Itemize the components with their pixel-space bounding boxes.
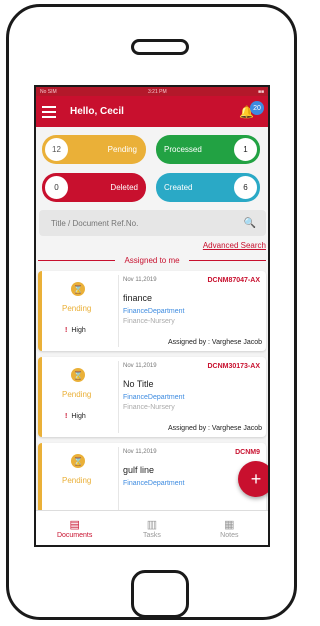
card-title: gulf line bbox=[123, 465, 155, 475]
deleted-count: 0 bbox=[43, 174, 70, 201]
card-subdepartment: Finance-Nursery bbox=[123, 404, 175, 411]
phone-speaker bbox=[131, 39, 189, 55]
tab-notes-label: Notes bbox=[220, 531, 239, 539]
tab-notes[interactable]: ▦ Notes bbox=[191, 511, 268, 545]
document-card[interactable]: ⌛ Pending ! High Nov 11,2019 DCNM30173-AX… bbox=[38, 357, 266, 437]
tab-documents-label: Documents bbox=[56, 531, 93, 539]
card-date: Nov 11,2019 bbox=[123, 363, 157, 369]
priority-exclamation-icon: ! bbox=[65, 413, 68, 420]
created-label: Created bbox=[164, 183, 193, 192]
document-card[interactable]: ⌛ Pending ! High Nov 11,2019 DCNM87047-AX… bbox=[38, 271, 266, 351]
tab-tasks[interactable]: ▥ Tasks bbox=[113, 511, 190, 545]
card-department: FinanceDepartment bbox=[123, 480, 185, 487]
priority-exclamation-icon: ! bbox=[65, 327, 68, 334]
card-priority: ! High bbox=[65, 413, 86, 420]
card-priority-label: High bbox=[71, 327, 86, 334]
pending-count: 12 bbox=[43, 136, 70, 163]
app-screen: No SIM 3:21 PM ■■ Hello, Cecil 🔔 20 12 P… bbox=[34, 85, 270, 547]
status-tiles: 12 Pending Processed 1 0 Deleted Created… bbox=[36, 127, 268, 202]
tab-documents[interactable]: ▤ Documents bbox=[36, 511, 113, 545]
card-priority: ! High bbox=[65, 327, 86, 334]
card-date: Nov 11,2019 bbox=[123, 449, 157, 455]
bottom-tab-bar: ▤ Documents ▥ Tasks ▦ Notes bbox=[36, 510, 268, 545]
tasks-icon: ▥ bbox=[146, 518, 158, 531]
card-priority-label: High bbox=[71, 413, 86, 420]
documents-icon: ▤ bbox=[69, 518, 80, 531]
card-ref: DCNM9 bbox=[235, 449, 260, 456]
card-assigned-by: Assigned by : Varghese Jacob bbox=[167, 425, 262, 432]
created-tile[interactable]: Created 6 bbox=[156, 173, 260, 202]
card-department: FinanceDepartment bbox=[123, 394, 185, 401]
notes-icon: ▦ bbox=[224, 518, 235, 531]
status-time: 3:21 PM bbox=[148, 88, 167, 95]
search-bar: 🔍 bbox=[39, 210, 266, 236]
status-bar: No SIM 3:21 PM ■■ bbox=[36, 87, 268, 96]
card-title: finance bbox=[123, 293, 153, 303]
card-department: FinanceDepartment bbox=[123, 308, 185, 315]
deleted-tile[interactable]: 0 Deleted bbox=[42, 173, 146, 202]
add-document-button[interactable]: + bbox=[238, 461, 268, 497]
card-divider bbox=[118, 361, 119, 433]
created-count: 6 bbox=[232, 174, 259, 201]
carrier-text: No SIM bbox=[40, 88, 57, 95]
processed-tile[interactable]: Processed 1 bbox=[156, 135, 260, 164]
card-title: No Title bbox=[123, 379, 154, 389]
pending-label: Pending bbox=[107, 145, 137, 154]
search-icon[interactable]: 🔍 bbox=[244, 218, 256, 229]
tab-tasks-label: Tasks bbox=[143, 531, 161, 539]
hourglass-icon: ⌛ bbox=[71, 282, 85, 296]
card-date: Nov 11,2019 bbox=[123, 277, 157, 283]
card-assigned-by: Assigned by : Varghese Jacob bbox=[167, 339, 262, 346]
assigned-section-header: Assigned to me bbox=[38, 256, 267, 265]
hourglass-icon: ⌛ bbox=[71, 368, 85, 382]
greeting-title: Hello, Cecil bbox=[70, 106, 124, 117]
app-header: Hello, Cecil 🔔 20 bbox=[36, 96, 268, 127]
card-ref: DCNM87047-AX bbox=[207, 277, 260, 284]
assigned-label: Assigned to me bbox=[124, 256, 180, 265]
deleted-label: Deleted bbox=[110, 183, 138, 192]
card-subdepartment: Finance-Nursery bbox=[123, 318, 175, 325]
notification-badge: 20 bbox=[250, 101, 264, 115]
card-status: Pending bbox=[62, 476, 92, 485]
phone-home-button[interactable] bbox=[131, 570, 189, 618]
divider-left bbox=[38, 260, 116, 261]
advanced-search-link[interactable]: Advanced Search bbox=[36, 241, 266, 250]
card-divider bbox=[118, 447, 119, 519]
hourglass-icon: ⌛ bbox=[71, 454, 85, 468]
divider-right bbox=[188, 260, 267, 261]
search-input[interactable] bbox=[49, 217, 223, 229]
card-status: Pending bbox=[62, 390, 92, 399]
processed-label: Processed bbox=[164, 145, 202, 154]
battery-icon: ■■ bbox=[257, 88, 264, 95]
card-ref: DCNM30173-AX bbox=[207, 363, 260, 370]
card-divider bbox=[118, 275, 119, 347]
pending-tile[interactable]: 12 Pending bbox=[42, 135, 146, 164]
hamburger-menu-icon[interactable] bbox=[42, 105, 56, 118]
processed-count: 1 bbox=[232, 136, 259, 163]
card-status: Pending bbox=[62, 304, 92, 313]
